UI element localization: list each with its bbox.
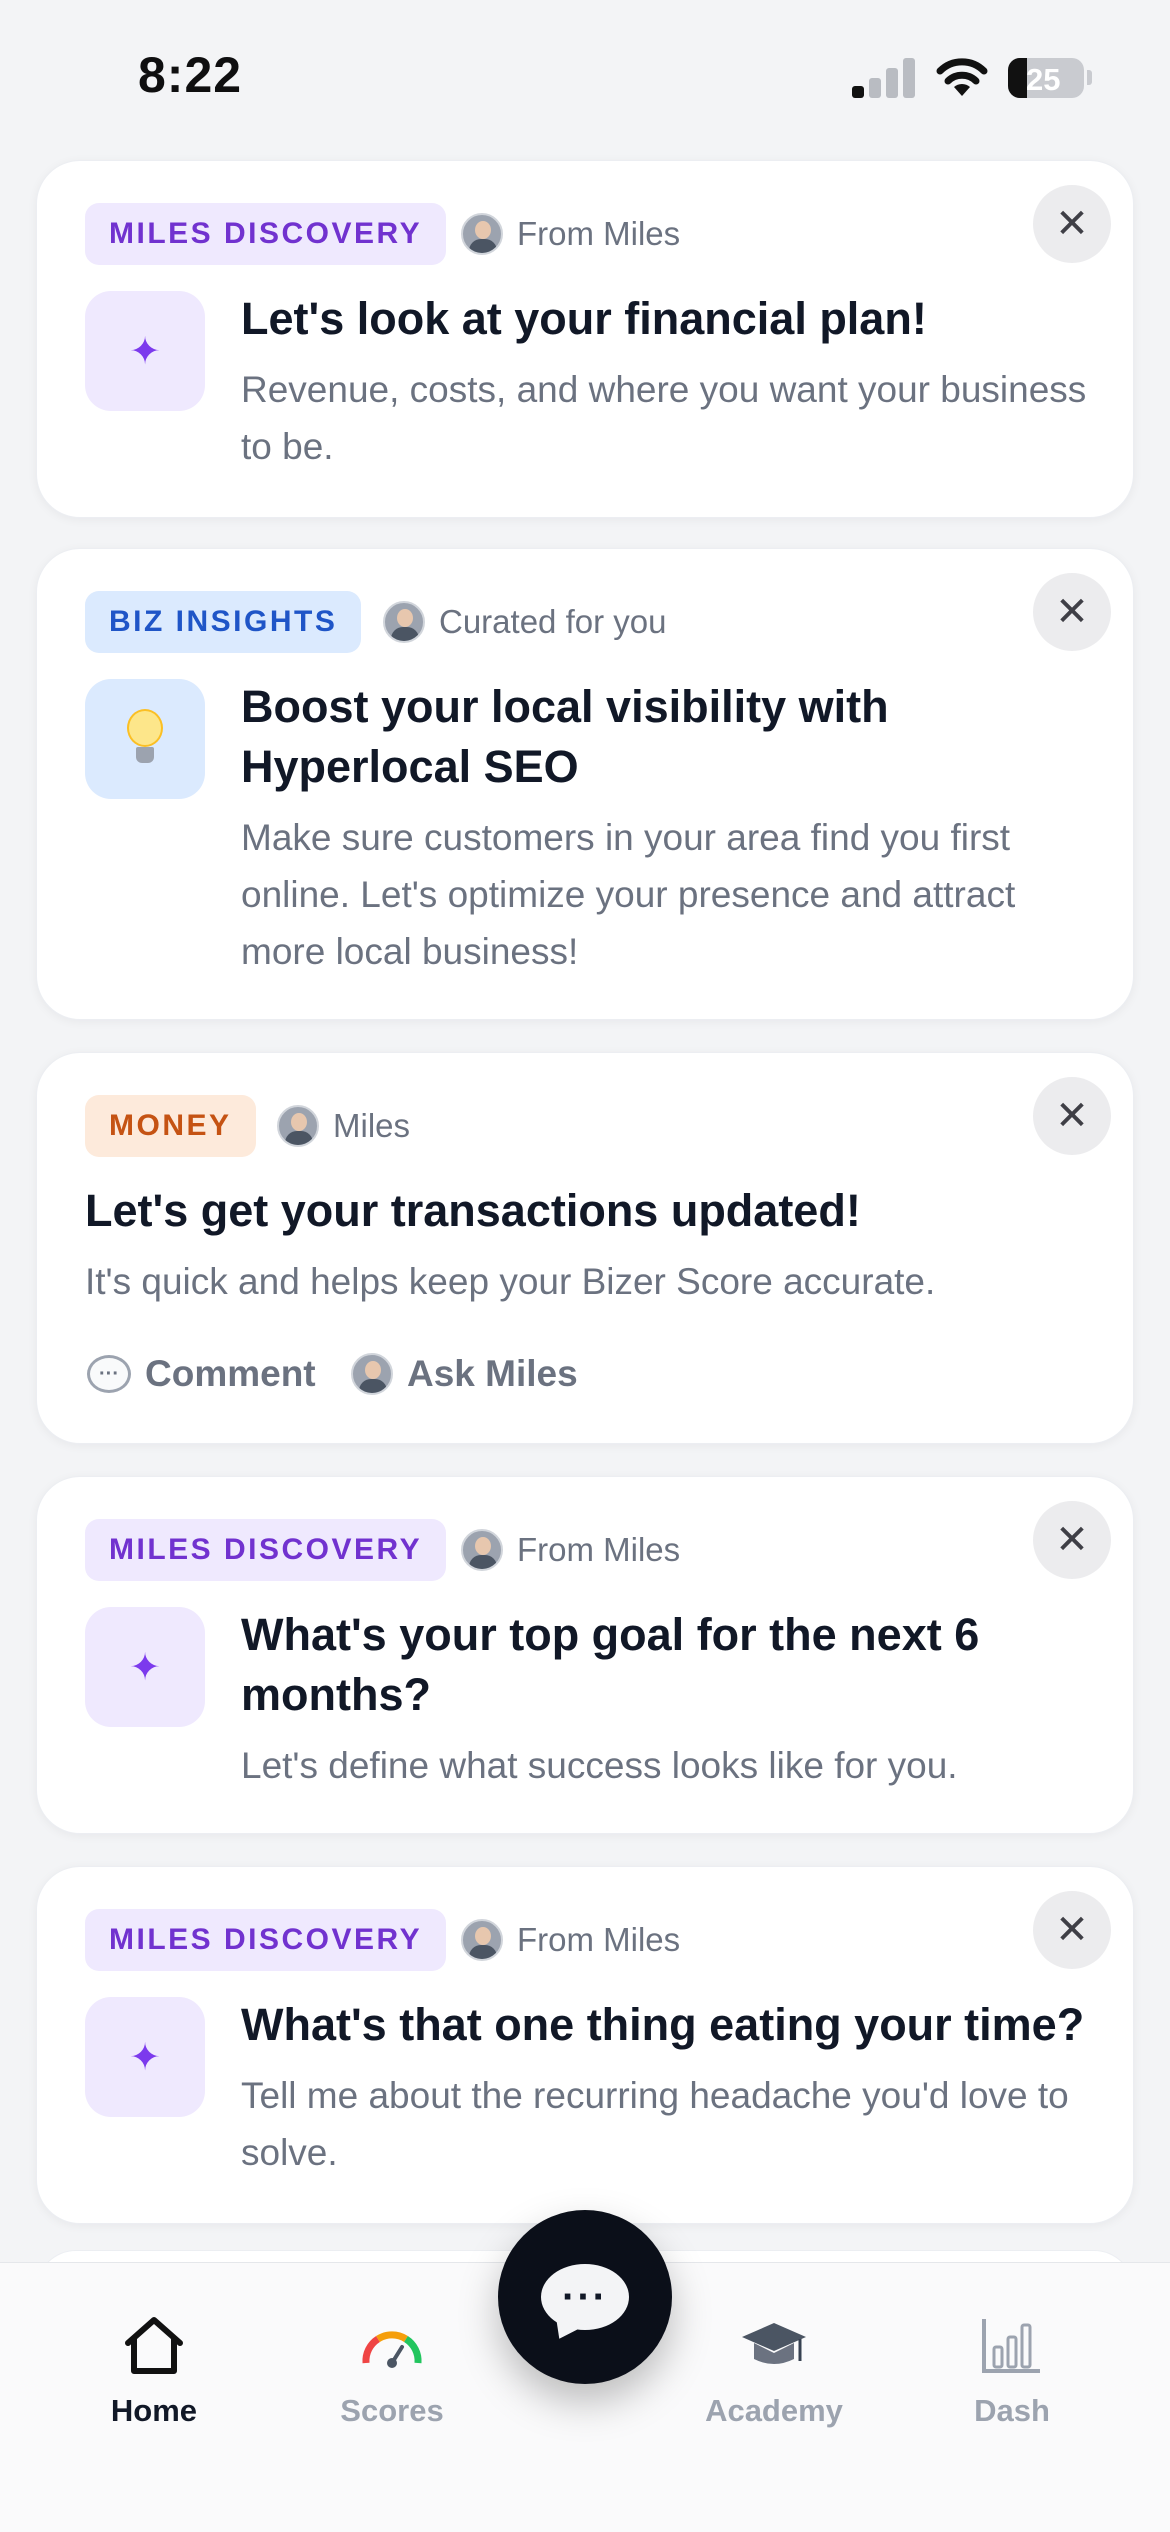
comment-icon: ··· xyxy=(87,1355,131,1393)
card-source: From Miles xyxy=(461,1519,680,1581)
sparkle-icon: ✦ xyxy=(85,291,205,411)
card-description: Revenue, costs, and where you want your … xyxy=(241,369,1087,467)
close-icon: ✕ xyxy=(1055,1094,1089,1138)
dismiss-button[interactable]: ✕ xyxy=(1033,573,1111,651)
dismiss-button[interactable]: ✕ xyxy=(1033,1891,1111,1969)
card-tag: BIZ INSIGHTS xyxy=(85,591,362,653)
avatar xyxy=(277,1105,319,1147)
tab-academy[interactable]: Academy xyxy=(674,2315,874,2429)
card-title: What's that one thing eating your time? xyxy=(241,1999,1085,2050)
card-description: Let's define what success looks like for… xyxy=(241,1745,958,1786)
sparkle-icon: ✦ xyxy=(85,1607,205,1727)
card-tag: MONEY xyxy=(85,1095,256,1157)
tab-dash[interactable]: Dash xyxy=(912,2315,1112,2429)
status-time: 8:22 xyxy=(138,47,243,103)
bar-chart-icon xyxy=(982,2319,1040,2373)
card-description: It's quick and helps keep your Bizer Sco… xyxy=(85,1261,936,1302)
battery-icon: 25 xyxy=(1008,58,1084,98)
feed-card[interactable]: MILES DISCOVERY From Miles ✕ ✦ What's th… xyxy=(36,1866,1134,2224)
feed-card[interactable]: BIZ INSIGHTS Curated for you ✕ Boost you… xyxy=(36,548,1134,1020)
card-title: What's your top goal for the next 6 mont… xyxy=(241,1609,980,1720)
card-title: Let's get your transactions updated! xyxy=(85,1185,861,1236)
card-tag: MILES DISCOVERY xyxy=(85,203,447,265)
card-source: Curated for you xyxy=(383,591,666,653)
chat-bubble-icon: ··· xyxy=(541,2264,629,2330)
card-description: Tell me about the recurring headache you… xyxy=(241,2075,1069,2173)
dismiss-button[interactable]: ✕ xyxy=(1033,1501,1111,1579)
dismiss-button[interactable]: ✕ xyxy=(1033,1077,1111,1155)
card-source: Miles xyxy=(277,1095,410,1157)
card-description: Make sure customers in your area find yo… xyxy=(241,817,1016,972)
dismiss-button[interactable]: ✕ xyxy=(1033,185,1111,263)
sparkle-icon: ✦ xyxy=(85,1997,205,2117)
chat-fab-button[interactable]: ··· xyxy=(498,2210,672,2384)
gauge-icon xyxy=(362,2331,422,2368)
card-title: Let's look at your financial plan! xyxy=(241,293,927,344)
avatar xyxy=(461,1919,503,1961)
status-bar: 8:22 25 xyxy=(0,0,1170,150)
close-icon: ✕ xyxy=(1055,1518,1089,1562)
card-tag: MILES DISCOVERY xyxy=(85,1909,447,1971)
avatar xyxy=(383,601,425,643)
card-title: Boost your local visibility with Hyperlo… xyxy=(241,681,889,792)
graduation-cap-icon xyxy=(742,2323,806,2364)
avatar xyxy=(461,213,503,255)
close-icon: ✕ xyxy=(1055,1908,1089,1952)
close-icon: ✕ xyxy=(1055,590,1089,634)
wifi-icon xyxy=(936,58,988,96)
ask-miles-button[interactable]: Ask Miles xyxy=(351,1353,578,1395)
battery-level: 25 xyxy=(1026,62,1061,97)
lightbulb-icon xyxy=(85,679,205,799)
close-icon: ✕ xyxy=(1055,202,1089,246)
card-tag: MILES DISCOVERY xyxy=(85,1519,447,1581)
comment-button[interactable]: ··· Comment xyxy=(87,1353,316,1395)
avatar xyxy=(351,1353,393,1395)
feed-card[interactable]: MILES DISCOVERY From Miles ✕ ✦ What's yo… xyxy=(36,1476,1134,1834)
tab-home[interactable]: Home xyxy=(54,2315,254,2429)
card-source: From Miles xyxy=(461,1909,680,1971)
feed-card[interactable]: MONEY Miles ✕ Let's get your transaction… xyxy=(36,1052,1134,1444)
home-icon xyxy=(125,2317,183,2374)
feed-card[interactable]: MILES DISCOVERY From Miles ✕ ✦ Let's loo… xyxy=(36,160,1134,518)
card-source: From Miles xyxy=(461,203,680,265)
avatar xyxy=(461,1529,503,1571)
tab-scores[interactable]: Scores xyxy=(292,2315,492,2429)
cellular-signal-icon xyxy=(852,56,916,98)
